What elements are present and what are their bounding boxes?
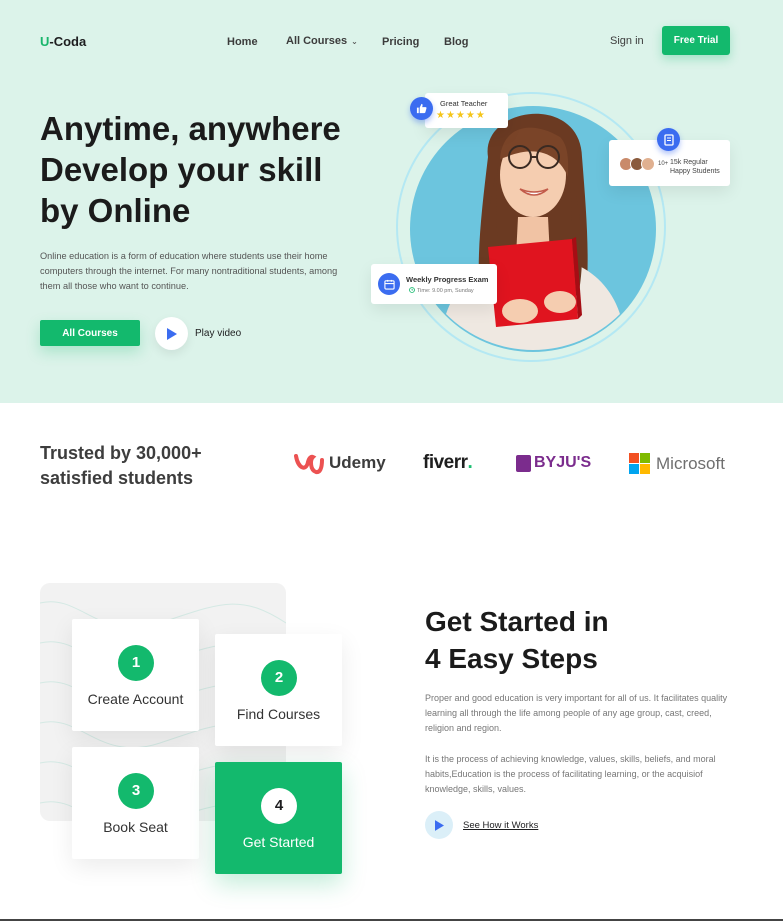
great-teacher-title: Great Teacher (440, 99, 488, 108)
hero-title-line: by Online (40, 192, 191, 229)
star-rating-icon: ★★★★★ (436, 110, 486, 121)
step-card-find-courses[interactable]: 2 Find Courses (215, 634, 342, 746)
hero-description: Online education is a form of education … (40, 251, 338, 291)
happy-students-text: 15k Regular Happy Students (670, 158, 720, 176)
chevron-down-icon: ⌄ (351, 37, 358, 46)
logo-text: -Coda (49, 34, 87, 49)
logo[interactable]: U-Coda (40, 34, 86, 49)
weekly-exam-title: Weekly Progress Exam (406, 275, 489, 284)
nav-home[interactable]: Home (227, 36, 258, 48)
great-teacher-card: Great Teacher ★★★★★ (425, 93, 508, 128)
step-label: Find Courses (236, 706, 321, 722)
hero-section: U-Coda Home All Courses ⌄ Pricing Blog Si… (0, 0, 783, 403)
calendar-icon (378, 273, 400, 295)
student-avatars: 10+ (619, 157, 668, 171)
logo-prefix: U (40, 34, 50, 49)
byjus-icon (516, 454, 531, 472)
byjus-text: BYJU'S (534, 454, 592, 471)
nav-pricing[interactable]: Pricing (382, 36, 419, 48)
nav-all-courses-label: All Courses (286, 35, 348, 47)
steps-paragraph: Proper and good education is very import… (425, 693, 728, 733)
document-icon (657, 128, 680, 151)
play-icon (425, 811, 453, 839)
step-number: 1 (118, 645, 154, 681)
hero-title-line: Develop your skill (40, 151, 323, 188)
step-label: Get Started (242, 834, 315, 850)
steps-paragraph: It is the process of achieving knowledge… (425, 754, 716, 794)
avatar-count: 10+ (658, 161, 669, 167)
see-how-it-works-label: See How it Works (463, 819, 539, 831)
steps-title: Get Started in 4 Easy Steps (425, 603, 609, 677)
udemy-logo: Udemy (292, 450, 386, 476)
step-card-create-account[interactable]: 1 Create Account (72, 619, 199, 731)
weekly-exam-time: Time: 9.00 pm, Sunday (417, 288, 474, 294)
nav-blog[interactable]: Blog (444, 36, 468, 48)
udemy-icon (294, 454, 324, 475)
play-icon (155, 317, 188, 350)
fiverr-logo: fiverr. (423, 452, 473, 474)
steps-title-line: Get Started in (425, 606, 609, 637)
microsoft-logo: Microsoft (629, 453, 725, 474)
step-number: 2 (261, 660, 297, 696)
step-number: 3 (118, 773, 154, 809)
step-card-book-seat[interactable]: 3 Book Seat (72, 747, 199, 859)
udemy-text: Udemy (329, 453, 386, 472)
weekly-exam-card: Weekly Progress Exam Time: 9.00 pm, Sund… (371, 264, 497, 304)
trusted-line: satisfied students (40, 468, 194, 488)
step-card-get-started[interactable]: 4 Get Started (215, 762, 342, 874)
all-courses-button[interactable]: All Courses (40, 320, 140, 346)
trusted-heading: Trusted by 30,000+ satisfied students (40, 441, 202, 491)
avatar (641, 157, 655, 171)
clock-icon (409, 287, 415, 293)
happy-students-line: Happy Students (670, 168, 720, 175)
nav-all-courses[interactable]: All Courses ⌄ (286, 35, 358, 47)
steps-title-line: 4 Easy Steps (425, 643, 598, 674)
thumbs-up-icon (410, 97, 433, 120)
signin-link[interactable]: Sign in (610, 35, 644, 47)
step-label: Create Account (87, 691, 184, 707)
step-label: Book Seat (103, 819, 168, 835)
play-video-label: Play video (195, 328, 242, 339)
play-video-button[interactable]: Play video (155, 317, 241, 350)
microsoft-icon (629, 453, 650, 474)
free-trial-button[interactable]: Free Trial (662, 26, 730, 55)
trusted-line: Trusted by 30,000+ (40, 443, 202, 463)
byjus-logo: BYJU'S (516, 454, 591, 472)
microsoft-text: Microsoft (656, 453, 725, 473)
hero-title-line: Anytime, anywhere (40, 110, 341, 147)
see-how-it-works-link[interactable]: See How it Works (425, 811, 538, 839)
step-number: 4 (261, 788, 297, 824)
happy-students-line: 15k Regular (670, 159, 708, 166)
fiverr-text: fiverr (423, 452, 468, 473)
hero-title: Anytime, anywhere Develop your skill by … (40, 108, 380, 231)
student-photo (440, 113, 626, 350)
fiverr-dot: . (467, 452, 473, 473)
